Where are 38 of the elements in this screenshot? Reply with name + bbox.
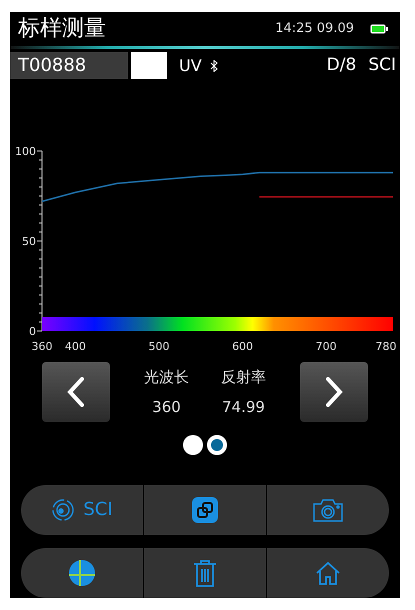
y-tick-label: 0 bbox=[29, 324, 36, 338]
color-swatch bbox=[131, 52, 167, 80]
link-icon bbox=[192, 496, 218, 523]
screen-title: 标样测量 bbox=[18, 18, 106, 40]
wavelength-value: 360 bbox=[151, 397, 182, 418]
trash-icon bbox=[193, 558, 217, 587]
mode-label: SCI bbox=[368, 54, 396, 77]
y-tick-label: 50 bbox=[22, 234, 36, 248]
x-tick-label: 780 bbox=[376, 340, 396, 353]
toolbar-button[interactable] bbox=[21, 548, 143, 598]
y-tick-label: 100 bbox=[15, 144, 36, 158]
x-tick-label: 360 bbox=[32, 340, 52, 353]
chevron-left-icon bbox=[67, 376, 85, 408]
lens-icon bbox=[51, 498, 76, 522]
toolbar-button[interactable] bbox=[267, 548, 389, 598]
reflectance-value: 74.99 bbox=[221, 397, 266, 418]
crosshair-icon bbox=[69, 560, 95, 586]
toolbar-button[interactable] bbox=[267, 484, 389, 535]
wavelength-label: 光波长 bbox=[144, 366, 189, 388]
toolbar-button[interactable] bbox=[144, 484, 266, 535]
sample-id: T00888 bbox=[10, 52, 128, 80]
next-button[interactable] bbox=[300, 362, 368, 422]
x-tick-label: 700 bbox=[316, 340, 337, 353]
uv-label: UV bbox=[179, 54, 202, 77]
x-tick-label: 600 bbox=[232, 340, 254, 353]
home-icon bbox=[315, 560, 341, 586]
x-tick-label: 500 bbox=[148, 340, 170, 353]
camera-icon bbox=[312, 496, 344, 523]
clock-text: 14:25 09.09 bbox=[275, 20, 354, 38]
toolbar-button[interactable] bbox=[144, 548, 266, 598]
mode-button[interactable]: SCI bbox=[21, 484, 143, 535]
previous-button[interactable] bbox=[42, 362, 110, 422]
x-tick-label: 400 bbox=[64, 340, 86, 353]
geometry-label: D/8 bbox=[326, 54, 356, 77]
battery-icon bbox=[370, 24, 388, 34]
reflectance-label: 反射率 bbox=[221, 366, 266, 388]
chevron-right-icon bbox=[325, 376, 343, 408]
bluetooth-icon bbox=[210, 60, 218, 72]
